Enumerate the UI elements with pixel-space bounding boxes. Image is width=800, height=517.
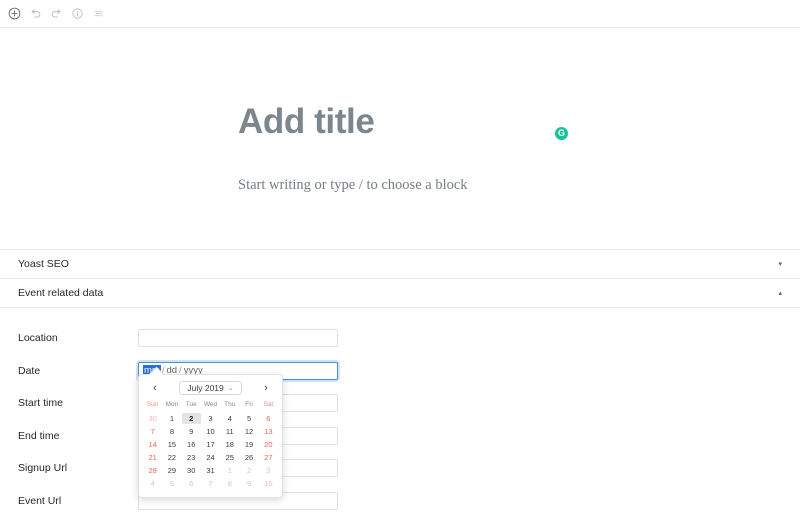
- add-block-button[interactable]: [4, 3, 25, 24]
- calendar-day[interactable]: 5: [162, 478, 181, 489]
- calendar-day[interactable]: 22: [162, 452, 181, 463]
- datepicker-header: ‹ July 2019 ⌄ ›: [143, 381, 278, 401]
- panel-yoast-seo-header[interactable]: Yoast SEO ▾: [0, 250, 800, 278]
- label-event-url: Event Url: [18, 495, 138, 507]
- calendar-day[interactable]: 7: [201, 478, 220, 489]
- calendar-day[interactable]: 24: [201, 452, 220, 463]
- info-circle-icon: [70, 6, 85, 21]
- calendar-day[interactable]: 6: [259, 413, 278, 424]
- calendar-day[interactable]: 13: [259, 426, 278, 437]
- calendar-day[interactable]: 12: [239, 426, 258, 437]
- calendar-day[interactable]: 26: [239, 452, 258, 463]
- calendar-day[interactable]: 1: [220, 465, 239, 476]
- panel-event-related-data-header[interactable]: Event related data ▴: [0, 279, 800, 307]
- grammarly-icon[interactable]: G: [555, 127, 568, 140]
- calendar-day[interactable]: 6: [182, 478, 201, 489]
- calendar-day[interactable]: 7: [143, 426, 162, 437]
- prev-month-button[interactable]: ‹: [149, 381, 161, 395]
- form-row-event-url: Event Url: [0, 485, 800, 517]
- calendar-day[interactable]: 11: [220, 426, 239, 437]
- list-view-icon: [91, 6, 106, 21]
- calendar-day[interactable]: 16: [182, 439, 201, 450]
- post-content-placeholder[interactable]: Start writing or type / to choose a bloc…: [238, 177, 468, 194]
- weekday-header-wed: Wed: [201, 401, 220, 411]
- month-year-label: July 2019: [187, 383, 223, 393]
- calendar-day[interactable]: 30: [143, 413, 162, 424]
- weekday-header-mon: Mon: [162, 401, 181, 411]
- panel-yoast-seo: Yoast SEO ▾: [0, 250, 800, 279]
- panel-event-related-data: Event related data ▴: [0, 279, 800, 308]
- calendar-day[interactable]: 9: [182, 426, 201, 437]
- chevron-up-icon[interactable]: ▴: [778, 290, 782, 297]
- weekday-header-fri: Fri: [239, 401, 258, 411]
- form-row-start-time: Start time: [0, 387, 800, 420]
- redo-button[interactable]: [46, 3, 67, 24]
- form-row-date: Date mm/dd/yyyy: [0, 355, 800, 388]
- calendar-day[interactable]: 23: [182, 452, 201, 463]
- label-start-time: Start time: [18, 397, 138, 409]
- calendar-day[interactable]: 5: [239, 413, 258, 424]
- calendar-day[interactable]: 3: [201, 413, 220, 424]
- redo-icon: [49, 6, 64, 21]
- calendar-day[interactable]: 31: [201, 465, 220, 476]
- editor-toolbar: [0, 0, 800, 28]
- details-button[interactable]: [67, 3, 88, 24]
- label-location: Location: [18, 332, 138, 344]
- calendar-day[interactable]: 2: [239, 465, 258, 476]
- form-row-location: Location: [0, 322, 800, 355]
- calendar-day[interactable]: 18: [220, 439, 239, 450]
- calendar-day[interactable]: 8: [162, 426, 181, 437]
- calendar-day[interactable]: 21: [143, 452, 162, 463]
- calendar-day[interactable]: 29: [162, 465, 181, 476]
- post-title-input[interactable]: Add title: [238, 100, 374, 144]
- form-row-signup-url: Signup Url: [0, 452, 800, 485]
- weekday-header-sun: Sun: [143, 401, 162, 411]
- calendar-day[interactable]: 20: [259, 439, 278, 450]
- calendar-day[interactable]: 27: [259, 452, 278, 463]
- calendar-day[interactable]: 15: [162, 439, 181, 450]
- next-month-button[interactable]: ›: [260, 381, 272, 395]
- label-date: Date: [18, 365, 138, 377]
- chevron-down-icon: ⌄: [228, 384, 234, 392]
- event-data-form: Location Date mm/dd/yyyy Start time End …: [0, 308, 800, 517]
- undo-icon: [28, 6, 43, 21]
- calendar-day[interactable]: 28: [143, 465, 162, 476]
- calendar-day[interactable]: 1: [162, 413, 181, 424]
- weekday-header-thu: Thu: [220, 401, 239, 411]
- label-signup-url: Signup Url: [18, 462, 138, 474]
- calendar-day[interactable]: 3: [259, 465, 278, 476]
- calendar-day[interactable]: 14: [143, 439, 162, 450]
- calendar-day-selected[interactable]: 2: [182, 413, 201, 424]
- month-year-select[interactable]: July 2019 ⌄: [179, 381, 241, 395]
- editor-canvas: Add title Start writing or type / to cho…: [0, 28, 800, 250]
- location-input[interactable]: [138, 329, 338, 347]
- calendar-day[interactable]: 10: [259, 478, 278, 489]
- weekday-header-tue: Tue: [182, 401, 201, 411]
- undo-button[interactable]: [25, 3, 46, 24]
- list-view-button[interactable]: [88, 3, 109, 24]
- datepicker-popup: ‹ July 2019 ⌄ › SunMonTueWedThuFriSat301…: [138, 374, 283, 498]
- calendar-day[interactable]: 4: [220, 413, 239, 424]
- form-row-end-time: End time: [0, 420, 800, 453]
- calendar-day[interactable]: 10: [201, 426, 220, 437]
- calendar-day[interactable]: 9: [239, 478, 258, 489]
- panel-yoast-seo-title: Yoast SEO: [18, 258, 69, 270]
- plus-circle-icon: [7, 6, 22, 21]
- calendar-day[interactable]: 25: [220, 452, 239, 463]
- calendar-day[interactable]: 8: [220, 478, 239, 489]
- panel-event-related-data-title: Event related data: [18, 287, 103, 299]
- calendar-day[interactable]: 17: [201, 439, 220, 450]
- calendar-day[interactable]: 4: [143, 478, 162, 489]
- calendar-day[interactable]: 19: [239, 439, 258, 450]
- chevron-down-icon[interactable]: ▾: [778, 261, 782, 268]
- weekday-header-sat: Sat: [259, 401, 278, 411]
- datepicker-grid: SunMonTueWedThuFriSat3012345678910111213…: [143, 401, 278, 489]
- label-end-time: End time: [18, 430, 138, 442]
- calendar-day[interactable]: 30: [182, 465, 201, 476]
